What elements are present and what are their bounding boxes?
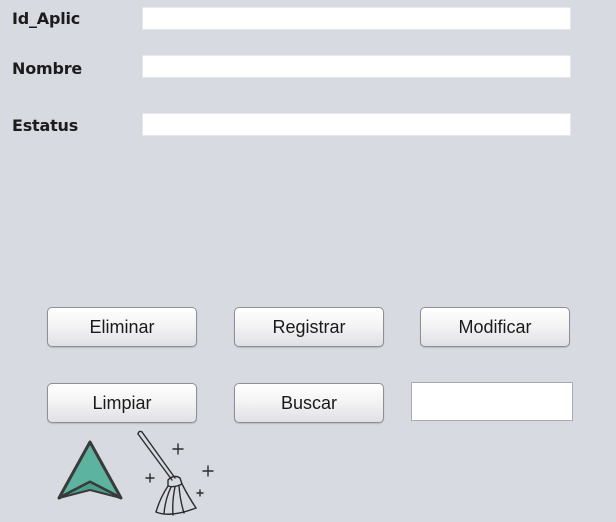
- nombre-label: Nombre: [12, 59, 83, 78]
- arrow-up-icon[interactable]: [54, 438, 126, 506]
- aplicaciones-form-window: Id_Aplic Nombre Estatus Eliminar Registr…: [0, 0, 616, 522]
- buscar-button[interactable]: Buscar: [234, 383, 384, 423]
- estatus-label: Estatus: [12, 116, 79, 135]
- id-aplic-input[interactable]: [142, 7, 571, 30]
- limpiar-button[interactable]: Limpiar: [47, 383, 197, 423]
- eliminar-button[interactable]: Eliminar: [47, 307, 197, 347]
- estatus-input[interactable]: [142, 113, 571, 136]
- registrar-button[interactable]: Registrar: [234, 307, 384, 347]
- nombre-input[interactable]: [142, 55, 571, 78]
- search-input[interactable]: [411, 382, 573, 421]
- id-aplic-label: Id_Aplic: [12, 9, 81, 28]
- broom-icon[interactable]: [134, 428, 218, 518]
- modificar-button[interactable]: Modificar: [420, 307, 570, 347]
